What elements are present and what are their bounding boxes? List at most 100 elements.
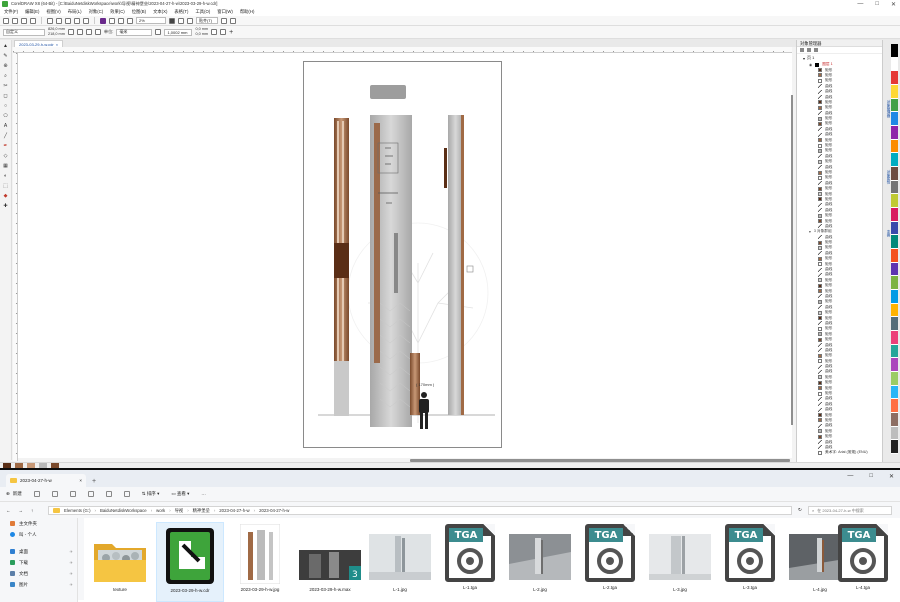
freehand-tool-icon[interactable]: ✂ [3, 83, 9, 89]
new-document-icon[interactable] [3, 17, 9, 24]
docker-delete-icon[interactable] [814, 48, 818, 52]
close-button[interactable]: ✕ [891, 1, 896, 8]
palette-swatch[interactable] [891, 317, 898, 332]
menu-help[interactable]: 帮助(H) [240, 9, 255, 15]
close-button[interactable]: ✕ [889, 473, 894, 480]
shape-tool-icon[interactable]: ✎ [3, 53, 9, 59]
interactive-fill-icon[interactable]: ⬚ [3, 183, 9, 189]
export-icon[interactable] [118, 17, 124, 24]
menu-file[interactable]: 文件(F) [4, 9, 18, 15]
share-icon[interactable] [105, 491, 112, 497]
minimize-button[interactable]: — [857, 1, 863, 7]
interactive-tool-icon[interactable]: ◇ [3, 153, 9, 159]
object-row-text[interactable]: 美术字: Arial (常规) (ENU) [797, 450, 883, 455]
zoom-level-select[interactable]: 2% [136, 17, 166, 24]
palette-swatch[interactable] [891, 358, 898, 373]
pin-icon[interactable]: ✈ [70, 571, 73, 576]
ellipse-tool-icon[interactable]: ○ [3, 103, 9, 109]
breadcrumb-drive[interactable]: Elements (G:) [64, 508, 91, 513]
object-tree[interactable]: ◉ 图层 1 矩形 矩形 矩形 曲线 曲线 曲线 矩形 矩形 曲线 矩形 矩形 曲线 曲线 矩形 矩形 矩形 曲线矩… [797, 62, 883, 460]
add-icon[interactable]: + [229, 29, 233, 36]
search-box[interactable]: ⌕ 在 2023-04-27-h-w 中搜索 [808, 506, 892, 515]
open-icon[interactable] [12, 17, 18, 24]
file-list[interactable]: texture 2023-03-29-h-w.cdr 2023-03-29-h-… [84, 518, 900, 602]
breadcrumb-current[interactable]: 2023-04-27-h-w [259, 508, 289, 513]
palette-swatch[interactable] [891, 44, 898, 58]
snap-to-dropdown[interactable]: 贴齐(T) [196, 17, 218, 24]
menu-window[interactable]: 窗口(W) [217, 9, 233, 15]
more-options-button[interactable]: ··· [201, 492, 206, 497]
menu-bitmaps[interactable]: 位图(B) [132, 9, 146, 15]
menu-layout[interactable]: 布局(L) [68, 9, 82, 15]
address-bar[interactable]: Elements (G:) › BaiduNetdiskWorkspace › wo… [48, 506, 792, 515]
color-palette[interactable] [891, 44, 898, 455]
file-item-max[interactable]: 3 2023-03-29-h-w.max [296, 522, 364, 602]
vertical-scrollbar[interactable] [791, 95, 793, 425]
launch-icon[interactable] [230, 17, 236, 24]
file-item-photo[interactable]: L-3.jpg [646, 522, 714, 602]
palette-swatch[interactable] [891, 331, 898, 345]
color-eyedropper-icon[interactable]: ◐ [3, 173, 9, 179]
text-tool-icon[interactable]: A [3, 123, 9, 129]
file-item-tga[interactable]: TGA L-3.tga [716, 522, 784, 602]
page-preset-select[interactable]: 自定义 [3, 28, 45, 36]
new-button[interactable]: ⊕ 新建 [6, 491, 22, 497]
palette-swatch[interactable] [891, 440, 898, 455]
breadcrumb-signage[interactable]: 导视 [175, 508, 184, 514]
menu-edit[interactable]: 编辑(E) [25, 9, 39, 15]
rectangle-tool-icon[interactable]: ◻ [3, 93, 9, 99]
breadcrumb-monument[interactable]: 精神堡垒 [193, 508, 210, 514]
pin-icon[interactable]: ✈ [70, 582, 73, 587]
palette-swatch[interactable] [891, 139, 898, 154]
file-item-tga[interactable]: TGA L-2.tga [576, 522, 644, 602]
expand-icon[interactable]: ▾ [803, 56, 805, 61]
file-item-cdr[interactable]: 2023-03-29-h-w.cdr [156, 522, 224, 602]
menu-effects[interactable]: 效果(C) [110, 9, 125, 15]
file-item-tga[interactable]: TGA L-1.tga [436, 522, 504, 602]
show-rulers-icon[interactable] [178, 17, 184, 24]
explorer-tab[interactable]: 2023-04-27-h-w × [6, 474, 86, 487]
duplicate-distance[interactable]: 0,0 mm 0,0 mm [195, 27, 208, 37]
nav-item-downloads[interactable]: 下载 ✈ [0, 557, 77, 568]
parallel-dimension-tool-icon[interactable]: ╱ [3, 133, 9, 139]
palette-swatch[interactable] [891, 194, 898, 209]
show-grid-icon[interactable] [187, 17, 193, 24]
palette-swatch[interactable] [891, 208, 898, 222]
expand-icon[interactable]: ▾ [809, 230, 811, 234]
docker-new-layer-icon[interactable] [807, 48, 811, 52]
palette-swatch[interactable] [891, 180, 898, 195]
back-arrow-icon[interactable]: ← [6, 508, 11, 513]
current-page-icon[interactable] [94, 29, 101, 35]
import-icon[interactable] [109, 17, 115, 24]
palette-swatch[interactable] [891, 126, 898, 140]
palette-swatch[interactable] [891, 98, 898, 113]
file-item-jpg[interactable]: 2023-03-29-h-w.jpg [226, 522, 294, 602]
maximize-button[interactable]: □ [875, 1, 879, 7]
copy-icon[interactable] [56, 17, 62, 24]
breadcrumb-workspace[interactable]: BaiduNetdiskWorkspace [100, 508, 147, 513]
nav-item-pictures[interactable]: 图片 ✈ [0, 579, 77, 590]
portrait-icon[interactable] [67, 29, 74, 35]
file-item-photo[interactable]: L-1.jpg [366, 522, 434, 602]
palette-swatch[interactable] [891, 290, 898, 304]
palette-swatch[interactable] [891, 399, 898, 414]
palette-swatch[interactable] [891, 71, 898, 86]
new-tab-button[interactable]: + [92, 478, 96, 485]
palette-swatch[interactable] [891, 426, 898, 441]
forward-arrow-icon[interactable]: → [19, 508, 24, 513]
cut-icon[interactable] [33, 491, 40, 497]
menu-tools[interactable]: 工具(O) [195, 9, 210, 15]
palette-swatch[interactable] [891, 85, 898, 99]
transparency-tool-icon[interactable]: ▦ [3, 163, 9, 169]
save-icon[interactable] [21, 17, 27, 24]
redo-icon[interactable] [83, 17, 89, 24]
search-content-icon[interactable] [100, 17, 106, 24]
signage-design[interactable]: ( 170mm ) [18, 53, 792, 458]
nav-item-desktop[interactable]: 桌面 ✈ [0, 546, 77, 557]
delete-icon[interactable] [123, 491, 130, 497]
palette-swatch[interactable] [891, 153, 898, 168]
page-node[interactable]: ▾ 页 1 [797, 54, 882, 62]
document-tab[interactable]: 2023-03-29-h-w.cdr × [14, 40, 64, 47]
docker-options-icon[interactable] [800, 48, 804, 52]
nav-item-home[interactable]: 主文件夹 [0, 518, 77, 529]
